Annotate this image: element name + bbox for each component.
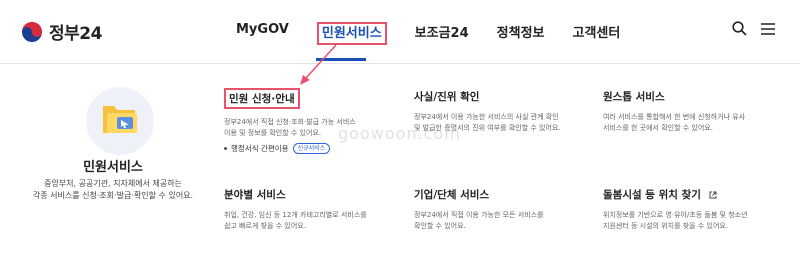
panel-desc-line1: 중앙부처, 공공기관, 지자체에서 제공하는 bbox=[44, 179, 182, 188]
card-title: 사실/진위 확인 bbox=[414, 91, 480, 103]
card-business[interactable]: 기업/단체 서비스 정부24에서 직접 이용 가능한 모든 서비스를 확인할 수… bbox=[414, 187, 584, 232]
civil-service-panel: 민원서비스 중앙부처, 공공기관, 지자체에서 제공하는 각종 서비스를 신청·… bbox=[20, 70, 193, 270]
card-desc-line: 정부24에서 직접 신청·조회·발급 가능 서비스 bbox=[224, 118, 356, 126]
card-desc-line: 쉽고 빠르게 찾을 수 있어요. bbox=[224, 222, 306, 230]
card-title-row: 돌봄시설 등 위치 찾기 bbox=[603, 187, 773, 202]
folder-icon bbox=[103, 106, 137, 133]
new-service-badge: 신규서비스 bbox=[292, 143, 331, 154]
card-desc-line: 이용 및 정보를 확인할 수 있어요. bbox=[224, 129, 322, 137]
card-desc-line: 여러 서비스를 통합해서 한 번에 신청하거나 유사 bbox=[603, 113, 746, 121]
card-desc: 위치정보를 기반으로 영·유아/초등 돌봄 및 청소년 지원센터 등 시설의 위… bbox=[603, 210, 773, 232]
card-desc: 여러 서비스를 통합해서 한 번에 신청하거나 유사 서비스를 한 곳에서 확인… bbox=[603, 112, 773, 134]
panel-desc-line2: 각종 서비스를 신청·조회·발급·확인할 수 있어요. bbox=[32, 191, 194, 200]
card-civil-application[interactable]: 민원 신청·안내 정부24에서 직접 신청·조회·발급 가능 서비스 이용 및 … bbox=[224, 87, 394, 139]
panel-description: 중앙부처, 공공기관, 지자체에서 제공하는 각종 서비스를 신청·조회·발급·… bbox=[20, 178, 206, 202]
card-desc-line: 정부24에서 이용 가능한 서비스의 사실 관계 확인 bbox=[414, 113, 559, 121]
card-title: 민원 신청·안내 bbox=[224, 88, 300, 109]
card-desc: 정부24에서 직접 이용 가능한 모든 서비스를 확인할 수 있어요. bbox=[414, 210, 584, 232]
panel-title: 민원서비스 bbox=[83, 160, 143, 175]
external-link-icon bbox=[709, 191, 717, 199]
card-desc-line: 취업, 건강, 임신 등 12개 카테고리별로 서비스를 bbox=[224, 211, 367, 219]
card-desc-line: 위치정보를 기반으로 영·유아/초등 돌봄 및 청소년 bbox=[603, 211, 748, 219]
card-category[interactable]: 분야별 서비스 취업, 건강, 임신 등 12개 카테고리별로 서비스를 쉽고 … bbox=[224, 187, 394, 232]
card-title: 분야별 서비스 bbox=[224, 189, 286, 201]
card-title: 기업/단체 서비스 bbox=[414, 189, 490, 201]
card-onestop[interactable]: 원스톱 서비스 여러 서비스를 통합해서 한 번에 신청하거나 유사 서비스를 … bbox=[603, 89, 773, 134]
card-desc-line: 및 발급한 증명서의 진위 여부를 확인할 수 있어요. bbox=[414, 124, 561, 132]
card-care-locator[interactable]: 돌봄시설 등 위치 찾기 위치정보를 기반으로 영·유아/초등 돌봄 및 청소년… bbox=[603, 187, 773, 232]
card-desc-line: 지원센터 등 시설의 위치를 찾을 수 있어요. bbox=[603, 222, 729, 230]
card-title: 원스톱 서비스 bbox=[603, 91, 665, 103]
card-desc-line: 확인할 수 있어요. bbox=[414, 222, 466, 230]
card-desc-line: 정부24에서 직접 이용 가능한 모든 서비스를 bbox=[414, 211, 544, 219]
card-fact-check[interactable]: 사실/진위 확인 정부24에서 이용 가능한 서비스의 사실 관계 확인 및 발… bbox=[414, 89, 584, 134]
admin-form-link[interactable]: 행정서식 간편이용 신규서비스 bbox=[224, 143, 331, 154]
card-desc: 정부24에서 이용 가능한 서비스의 사실 관계 확인 및 발급한 증명서의 진… bbox=[414, 112, 584, 134]
card-desc: 취업, 건강, 임신 등 12개 카테고리별로 서비스를 쉽고 빠르게 찾을 수… bbox=[224, 210, 394, 232]
card-title: 돌봄시설 등 위치 찾기 bbox=[603, 189, 701, 201]
admin-form-label: 행정서식 간편이용 bbox=[231, 144, 289, 153]
card-desc-line: 서비스를 한 곳에서 확인할 수 있어요. bbox=[603, 124, 713, 132]
card-desc: 정부24에서 직접 신청·조회·발급 가능 서비스 이용 및 정보를 확인할 수… bbox=[224, 117, 394, 139]
bullet-dot bbox=[224, 147, 227, 150]
